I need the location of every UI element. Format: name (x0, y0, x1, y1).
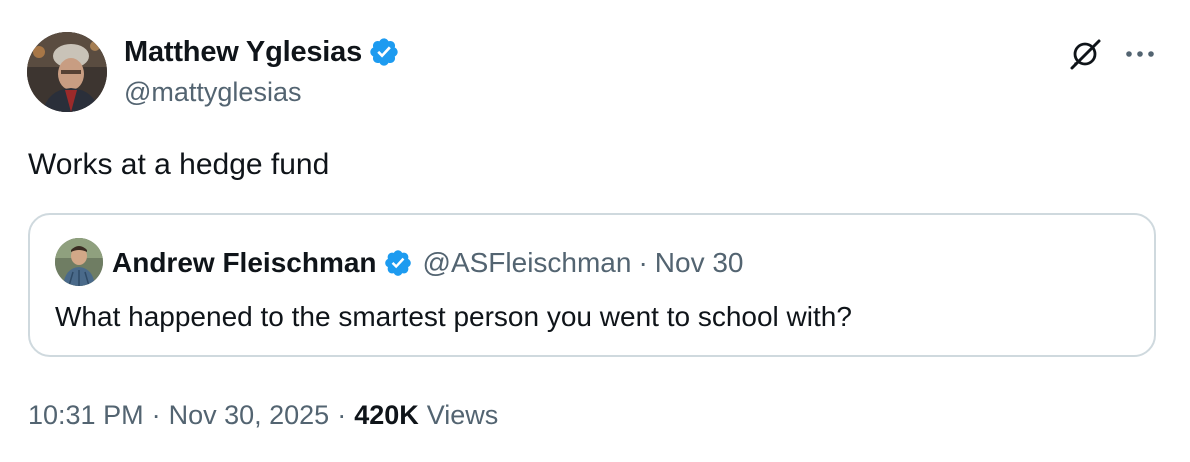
quoted-tweet-meta: @ASFleischman · Nov 30 (423, 247, 744, 279)
tweet-date[interactable]: Nov 30, 2025 (169, 395, 330, 435)
quoted-avatar-image (55, 238, 103, 286)
author-avatar[interactable] (27, 32, 107, 112)
verified-badge-icon (383, 248, 413, 278)
footer-separator: · (337, 400, 347, 430)
more-options-button[interactable] (1117, 34, 1163, 74)
quoted-tweet-date[interactable]: Nov 30 (655, 247, 744, 279)
quoted-author-avatar[interactable] (55, 238, 103, 286)
views-label: Views (426, 400, 499, 430)
views-count[interactable]: 420K (354, 395, 419, 435)
quoted-author-name[interactable]: Andrew Fleischman (112, 247, 377, 279)
quoted-tweet-card[interactable]: Andrew Fleischman @ASFleischman · Nov 30… (28, 213, 1156, 357)
avatar-image (27, 32, 107, 112)
tweet-footer: 10:31 PM · Nov 30, 2025 · 420K Views (28, 395, 498, 435)
quoted-author-handle[interactable]: @ASFleischman (423, 247, 632, 279)
meta-separator: · (638, 247, 648, 278)
verified-badge-icon (368, 36, 400, 68)
quoted-tweet-header: Andrew Fleischman @ASFleischman · Nov 30 (112, 243, 744, 283)
footer-separator: · (151, 400, 161, 430)
author-header: Matthew Yglesias (124, 34, 400, 70)
more-options-icon (1126, 51, 1154, 57)
tweet-time[interactable]: 10:31 PM (28, 395, 144, 435)
grok-button[interactable] (1065, 34, 1105, 74)
grok-icon (1070, 39, 1101, 70)
author-handle[interactable]: @mattyglesias (124, 75, 301, 109)
tweet-text: Works at a hedge fund (28, 148, 330, 181)
author-name[interactable]: Matthew Yglesias (124, 34, 362, 70)
quoted-tweet-text: What happened to the smartest person you… (55, 301, 852, 332)
